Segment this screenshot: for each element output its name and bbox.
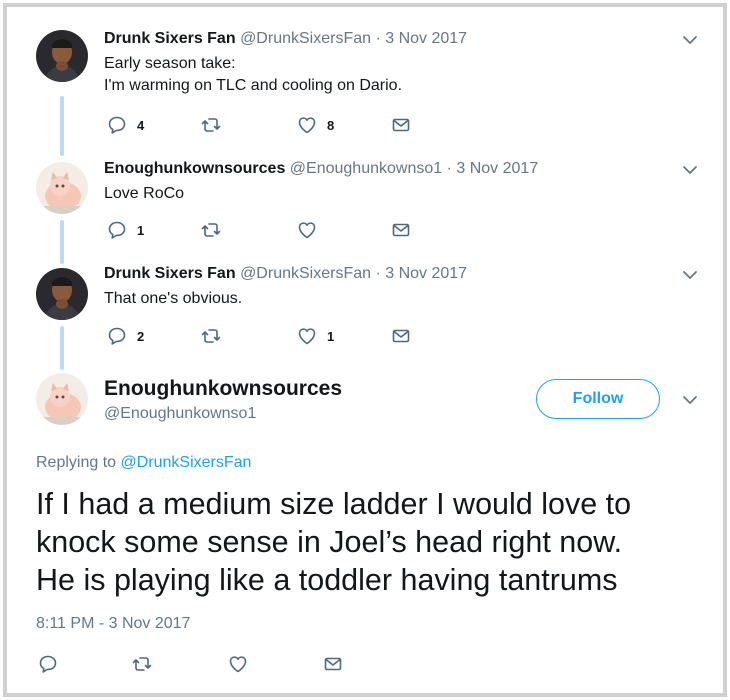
main-author-name[interactable]: Enoughunkownsources <box>104 377 342 401</box>
tweet-actions: 2 1 <box>107 325 427 347</box>
tweet-header: Drunk Sixers Fan @DrunkSixersFan · 3 Nov… <box>104 30 467 48</box>
reply-icon <box>38 654 58 674</box>
main-tweet-text: If I had a medium size ladder I would lo… <box>36 485 631 599</box>
replying-prefix: Replying to <box>36 454 121 471</box>
tweet-text-line: Early season take: <box>104 55 236 72</box>
reply-button[interactable]: 1 <box>107 219 144 241</box>
author-name[interactable]: Enoughunkownsources <box>104 160 285 177</box>
tweet-text: Early season take: I'm warming on TLC an… <box>104 53 402 97</box>
tweet-header: Drunk Sixers Fan @DrunkSixersFan · 3 Nov… <box>104 265 467 283</box>
author-name[interactable]: Drunk Sixers Fan <box>104 265 236 282</box>
tweet-date[interactable]: 3 Nov 2017 <box>385 30 467 47</box>
author-name[interactable]: Drunk Sixers Fan <box>104 30 236 47</box>
follow-button[interactable]: Follow <box>536 379 660 419</box>
message-icon <box>323 654 343 674</box>
like-count: 1 <box>327 328 335 344</box>
retweet-button[interactable] <box>201 114 221 136</box>
main-tweet-line: knock some sense in Joel’s head right no… <box>36 525 623 559</box>
tweet-text: That one's obvious. <box>104 288 242 310</box>
main-timestamp[interactable]: 8:11 PM - 3 Nov 2017 <box>36 615 190 633</box>
tweet-text-line: I'm warming on TLC and cooling on Dario. <box>104 77 403 94</box>
tweet-text-line: Love RoCo <box>104 185 185 202</box>
tweet-actions: 4 8 <box>107 114 427 136</box>
like-button[interactable] <box>228 653 248 675</box>
meta-separator: · <box>371 265 386 282</box>
like-icon <box>297 326 317 346</box>
author-handle[interactable]: @DrunkSixersFan <box>240 265 371 282</box>
meta-separator: · <box>371 30 386 47</box>
reply-icon <box>107 115 127 135</box>
tweet-header: Enoughunkownsources @Enoughunkownso1 · 3… <box>104 160 538 178</box>
like-icon <box>297 220 317 240</box>
reply-count: 1 <box>137 222 145 238</box>
like-button[interactable] <box>297 219 317 241</box>
reply-button[interactable]: 4 <box>107 114 144 136</box>
tweet-text: Love RoCo <box>104 183 184 205</box>
retweet-icon <box>132 654 152 674</box>
retweet-icon <box>201 220 221 240</box>
thread-line <box>60 326 64 370</box>
main-author-handle[interactable]: @Enoughunkownso1 <box>104 405 256 423</box>
main-tweet-line: If I had a medium size ladder I would lo… <box>36 487 632 521</box>
reply-count: 4 <box>137 117 145 133</box>
chevron-down-icon[interactable] <box>682 34 698 46</box>
tweet-date[interactable]: 3 Nov 2017 <box>385 265 467 282</box>
tweet-text-line: That one's obvious. <box>104 290 243 307</box>
meta-separator: · <box>442 160 457 177</box>
retweet-icon <box>201 326 221 346</box>
like-button[interactable]: 1 <box>297 325 334 347</box>
message-button[interactable] <box>391 219 411 241</box>
message-icon <box>391 326 411 346</box>
replying-to: Replying to @DrunkSixersFan <box>36 454 251 472</box>
avatar-drunk-sixers-fan[interactable] <box>36 30 88 82</box>
author-handle[interactable]: @DrunkSixersFan <box>240 30 371 47</box>
retweet-button[interactable] <box>201 325 221 347</box>
replying-to-link[interactable]: @DrunkSixersFan <box>121 454 252 471</box>
message-button[interactable] <box>391 325 411 347</box>
main-tweet-line: He is playing like a toddler having tant… <box>36 563 618 597</box>
reply-button[interactable] <box>38 653 58 675</box>
thread-line <box>60 220 64 264</box>
chevron-down-icon[interactable] <box>682 269 698 281</box>
retweet-button[interactable] <box>132 653 152 675</box>
like-icon <box>297 115 317 135</box>
like-icon <box>228 654 248 674</box>
message-icon <box>391 115 411 135</box>
main-tweet-actions <box>38 653 358 675</box>
like-button[interactable]: 8 <box>297 114 334 136</box>
author-handle[interactable]: @Enoughunkownso1 <box>290 160 442 177</box>
avatar-enoughunkownsources[interactable] <box>36 373 88 425</box>
tweet-actions: 1 <box>107 219 427 241</box>
avatar-drunk-sixers-fan[interactable] <box>36 268 88 320</box>
like-count: 8 <box>327 117 335 133</box>
reply-button[interactable]: 2 <box>107 325 144 347</box>
message-button[interactable] <box>323 653 343 675</box>
chevron-down-icon[interactable] <box>682 394 698 406</box>
retweet-icon <box>201 115 221 135</box>
message-icon <box>391 220 411 240</box>
message-button[interactable] <box>391 114 411 136</box>
thread-line <box>60 96 64 156</box>
reply-icon <box>107 220 127 240</box>
tweet-date[interactable]: 3 Nov 2017 <box>456 160 538 177</box>
reply-icon <box>107 326 127 346</box>
retweet-button[interactable] <box>201 219 221 241</box>
avatar-enoughunkownsources[interactable] <box>36 162 88 214</box>
chevron-down-icon[interactable] <box>682 164 698 176</box>
reply-count: 2 <box>137 328 145 344</box>
